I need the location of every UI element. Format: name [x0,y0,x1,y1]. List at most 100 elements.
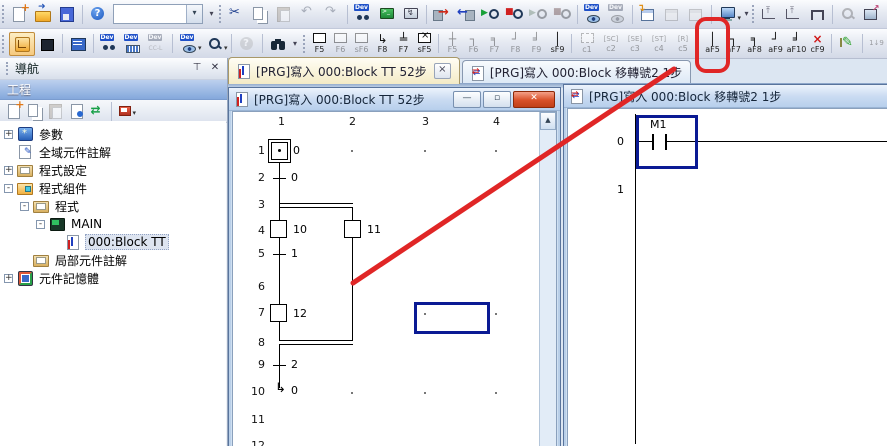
restore-button[interactable]: ▫ [483,91,511,108]
window-cascade-button[interactable] [636,2,660,26]
sfc-step-12[interactable] [270,304,287,322]
edit-comment-button[interactable] [835,32,859,56]
line-statement-button[interactable]: 1↓9 [866,30,887,57]
sort-filter-button[interactable] [115,101,136,121]
window-tile-v-button[interactable] [684,2,708,26]
data-property-button[interactable] [66,101,87,121]
monitor-stop-all-button[interactable] [550,2,574,26]
tree-item-program-setting[interactable]: +程式設定 [0,161,226,179]
tree-item-parameters[interactable]: +參數 [0,125,226,143]
open-project-button[interactable] [31,2,55,26]
project-section-header[interactable]: 工程 [0,80,227,100]
device-find2-button[interactable]: Dev [97,32,121,56]
sfc-transition-tick[interactable] [273,365,286,366]
tree-item-global-comment[interactable]: 全域元件註解 [0,143,226,161]
navigation-window-toggle[interactable] [9,32,35,56]
sfc-r-step-c5[interactable]: [R]c5 [671,30,695,57]
sfc-editor-canvas[interactable]: 0 0 10 11 1 12 [232,111,557,446]
list-view-button[interactable] [66,32,90,56]
toolbar-grip[interactable] [752,5,754,23]
paste-button[interactable] [272,2,296,26]
monitor-mode-button[interactable] [715,2,741,26]
write-to-plc-button[interactable] [430,2,454,26]
find-replace-button[interactable] [266,32,290,56]
sfc-st-step-c4[interactable]: [ST]c4 [647,30,671,57]
toolbar-overflow-button[interactable]: ▾ [741,3,752,25]
sfc-jump-f8[interactable]: ↳F8 [372,30,393,57]
sfc-se-step-c3[interactable]: [SE]c3 [623,30,647,57]
sfc-end-step-f7[interactable]: ╧F7 [393,30,414,57]
tab-transition-2[interactable]: [PRG]寫入 000:Block 移轉號2 1步 [462,60,691,84]
watch-window-button[interactable] [836,2,860,26]
sfc-insert-branch-af7[interactable]: ┐aF7 [723,30,744,57]
help-button[interactable] [86,2,110,26]
sfc-delete-line-cf9[interactable]: ×cF9 [807,30,828,57]
sfc-transition-f5[interactable]: ┼F5 [442,30,463,57]
paste-data-button[interactable] [45,101,66,121]
vertical-scrollbar[interactable]: ▲ [539,112,556,446]
toolbar-grip[interactable] [2,35,6,53]
device-test-button[interactable] [202,32,228,56]
monitor-stop-button[interactable] [502,2,526,26]
sfc-block-start-sf6[interactable]: sF6 [351,30,372,57]
redo-button[interactable] [320,2,344,26]
tree-item-local-comment[interactable]: 局部元件註解 [0,251,226,269]
tree-item-main[interactable]: -MAIN [0,215,226,233]
tab-block-tt[interactable]: [PRG]寫入 000:Block TT 52步× [228,57,460,84]
close-icon[interactable]: ✕ [207,61,223,76]
refresh-view-button[interactable] [87,101,108,121]
sfc-insert-branch-af8[interactable]: ╕aF8 [744,30,765,57]
sfc-transition-tick[interactable] [273,178,286,179]
sfc-jump-symbol[interactable]: ↳ [275,383,286,395]
minimize-button[interactable]: — [453,91,481,108]
new-project-button[interactable] [7,2,31,26]
tree-item-device-memory[interactable]: +元件記憶體 [0,269,226,287]
sfc-block-start-f6[interactable]: F6 [330,30,351,57]
device-display-on-button[interactable]: Dev [581,2,605,26]
device-display2-button[interactable]: Dev [176,32,202,56]
sfc-parallel-branch-f7[interactable]: ╕F7 [484,30,505,57]
pulse-conversion-button[interactable] [805,2,829,26]
panel-grip[interactable] [6,62,12,75]
toolbar-grip[interactable] [219,5,221,23]
new-data-button[interactable] [3,101,24,121]
undo-button[interactable] [296,2,320,26]
cut-button[interactable] [224,2,248,26]
help2-button[interactable] [235,32,259,56]
expand-icon[interactable]: + [4,130,13,139]
sfc-selection-merge-f8[interactable]: ┘F8 [505,30,526,57]
quick-search-combo[interactable]: ▾ [113,4,203,24]
window-tile-h-button[interactable] [660,2,684,26]
module-configuration-button[interactable] [35,32,59,56]
sfc-insert-merge-af10[interactable]: ╛aF10 [786,30,807,57]
device-cclink-button[interactable]: DevCC-L [145,32,169,56]
scaling-download-button[interactable] [781,2,805,26]
ladder-window-titlebar[interactable]: [PRG]寫入 000:Block 移轉號2 1步 [564,85,887,108]
collapse-icon[interactable]: - [4,184,13,193]
expand-icon[interactable]: + [4,166,13,175]
tree-item-program[interactable]: -程式 [0,197,226,215]
collapse-icon[interactable]: - [20,202,29,211]
sfc-selection-branch-f6[interactable]: ┐F6 [463,30,484,57]
sfc-sc-step-c2[interactable]: [SC]c2 [599,30,623,57]
toolbar-overflow-button[interactable]: ▾ [206,3,217,25]
device-batch-button[interactable]: Dev [121,32,145,56]
sfc-insert-merge-af9[interactable]: ┘aF9 [765,30,786,57]
save-project-button[interactable] [55,2,79,26]
collapse-icon[interactable]: - [36,220,45,229]
tree-item-pou[interactable]: -程式組件 [0,179,226,197]
toolbar-grip[interactable] [303,35,307,53]
ladder-editor-canvas[interactable]: 0 1 M1 [567,108,887,446]
close-tab-icon[interactable]: × [434,63,451,79]
device-find-button[interactable]: Dev [351,2,375,26]
sfc-insert-vline-af5[interactable]: │aF5 [702,30,723,57]
sfc-parallel-merge-f9[interactable]: ╛F9 [526,30,547,57]
scroll-up-icon[interactable]: ▲ [540,112,556,130]
chevron-down-icon[interactable]: ▾ [186,5,202,23]
monitor-start-button[interactable] [478,2,502,26]
device-monitor-button[interactable] [375,2,399,26]
sfc-vline-sf9[interactable]: │sF9 [547,30,568,57]
sfc-step-10[interactable] [270,220,287,238]
sfc-step-11[interactable] [344,220,361,238]
tree-item-block-tt[interactable]: 000:Block TT [0,233,226,251]
